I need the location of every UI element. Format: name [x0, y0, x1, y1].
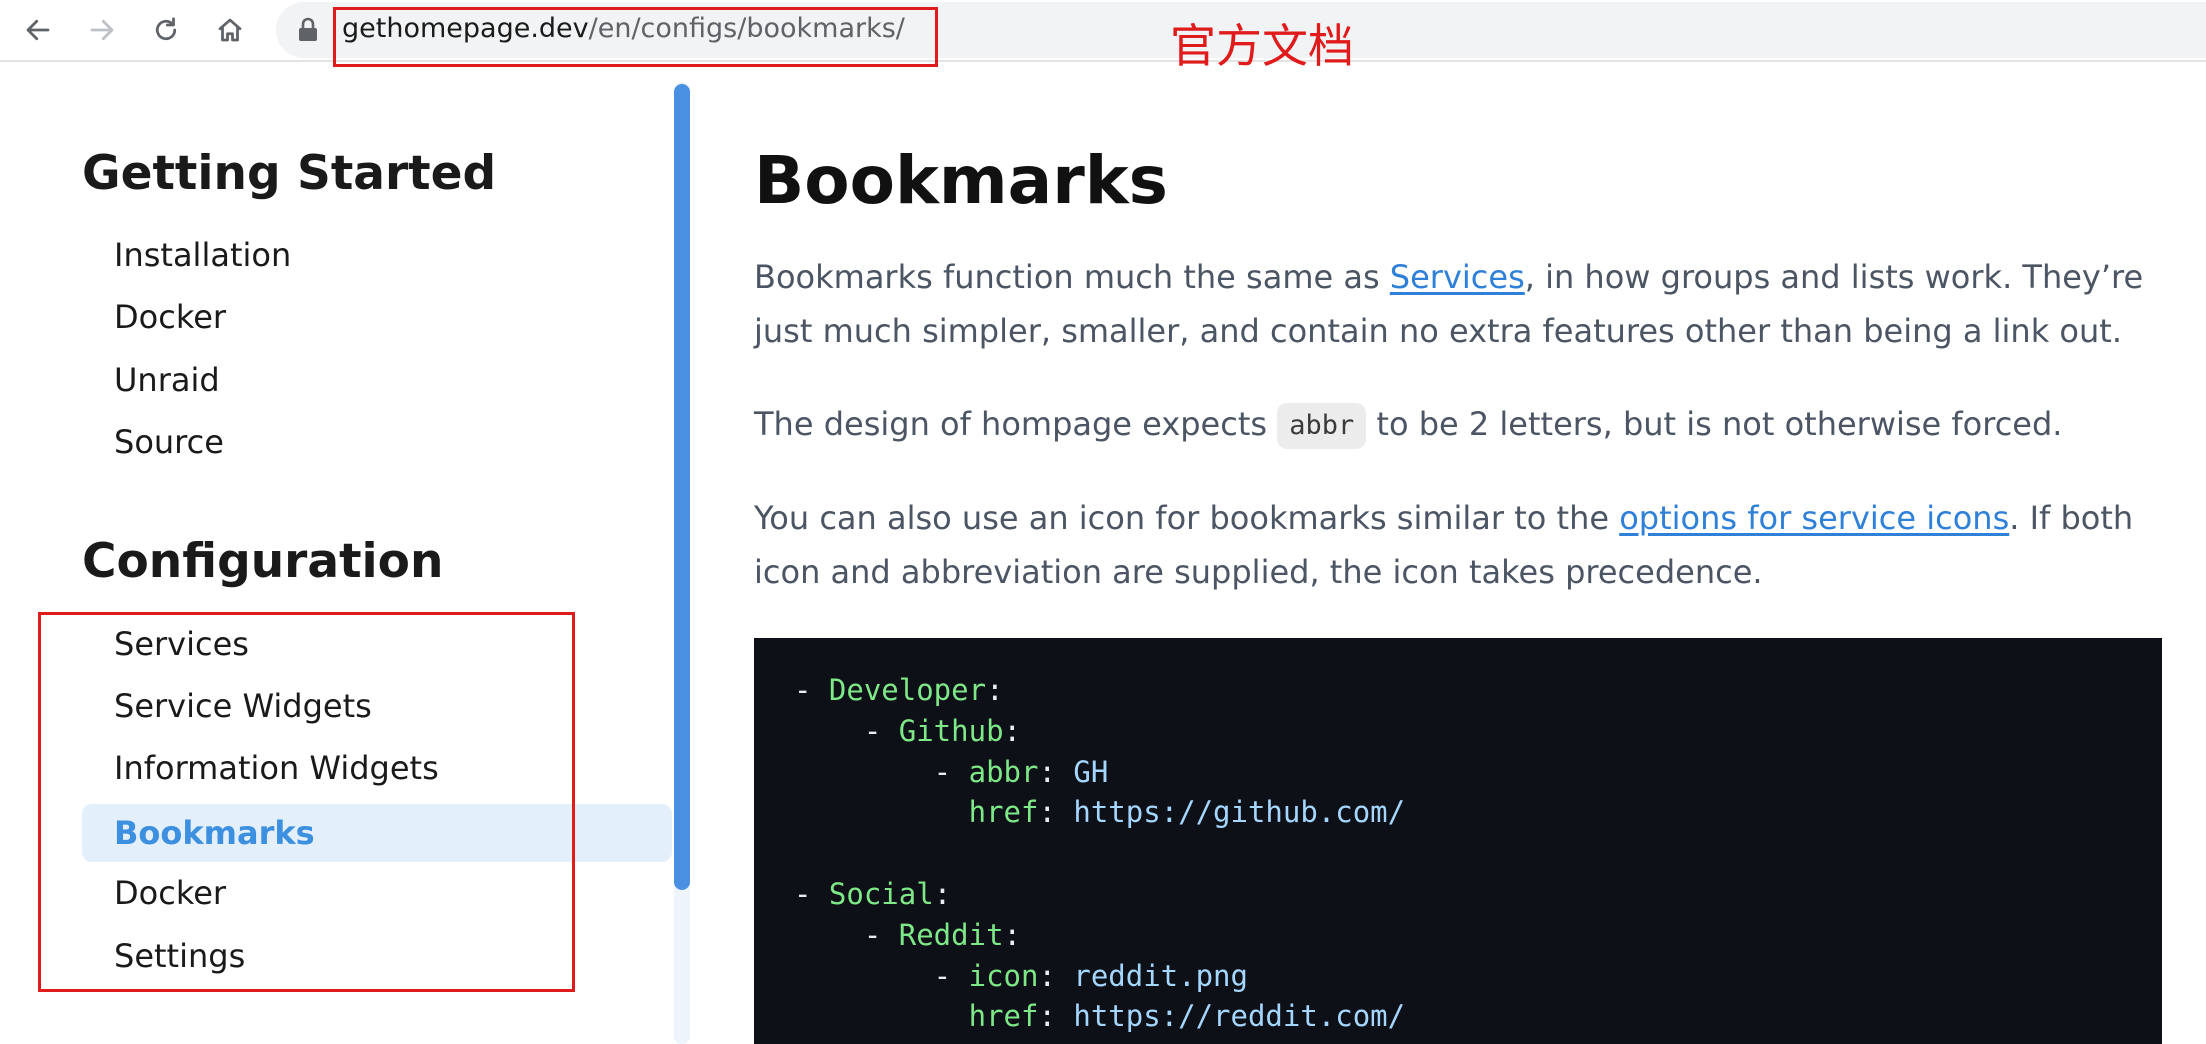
code-punct: - — [794, 959, 969, 993]
sidebar-item-label: Unraid — [114, 361, 220, 399]
code-key: Social — [828, 877, 934, 911]
sidebar-item-source[interactable]: Source — [82, 413, 672, 471]
sidebar-item-label: Source — [114, 423, 224, 461]
code-key: href — [968, 795, 1039, 829]
code-punct: : — [1038, 755, 1074, 789]
code-line: - Github: — [794, 711, 1021, 751]
sidebar-item-docker[interactable]: Docker — [82, 288, 672, 346]
code-key: Reddit — [898, 918, 1004, 952]
arrow-left-icon — [26, 19, 50, 41]
url-highlight-box — [333, 7, 938, 67]
yaml-code-block: - Developer: - Github: - abbr: GH href: … — [754, 638, 2162, 1044]
abbr-paragraph: The design of hompage expects abbr to be… — [754, 397, 2174, 451]
reload-button[interactable] — [144, 8, 188, 52]
text: You can also use an icon for bookmarks s… — [754, 499, 1620, 537]
code-punct — [794, 999, 969, 1033]
code-punct: : — [1038, 999, 1074, 1033]
sidebar-highlight-box — [38, 612, 575, 992]
code-value: reddit.png — [1073, 959, 1248, 993]
code-punct: : — [1003, 918, 1021, 952]
service-icons-link[interactable]: options for service icons — [1619, 499, 2009, 537]
code-value: https://github.com/ — [1073, 795, 1406, 829]
code-punct: : — [933, 877, 952, 911]
section-title-configuration: Configuration — [82, 534, 444, 589]
code-key: Developer — [828, 673, 987, 707]
text: to be 2 letters, but is not otherwise fo… — [1366, 405, 2063, 443]
code-punct: : — [1038, 795, 1074, 829]
code-key: Github — [898, 714, 1004, 748]
annotation-label: 官方文档 — [1170, 19, 1354, 73]
code-line: - icon: reddit.png — [794, 956, 1248, 996]
forward-button[interactable] — [80, 8, 124, 52]
text: The design of hompage expects — [754, 405, 1278, 443]
code-value: GH — [1073, 755, 1109, 789]
sidebar-item-installation[interactable]: Installation — [82, 226, 672, 284]
code-punct: - — [794, 755, 969, 789]
code-punct: - — [794, 673, 829, 707]
home-icon — [218, 18, 242, 42]
inline-code-abbr: abbr — [1277, 403, 1367, 449]
code-punct — [794, 795, 969, 829]
back-button[interactable] — [16, 8, 60, 52]
code-key: abbr — [968, 755, 1039, 789]
text: Bookmarks function much the same as — [754, 258, 1390, 296]
code-value: https://reddit.com/ — [1073, 999, 1406, 1033]
code-line: - Developer: — [794, 670, 1004, 710]
icon-paragraph: You can also use an icon for bookmarks s… — [754, 491, 2174, 599]
code-line: - abbr: GH — [794, 752, 1109, 792]
code-punct: : — [1003, 714, 1021, 748]
browser-toolbar: gethomepage.dev/en/configs/bookmarks/ — [0, 0, 2206, 62]
code-punct: - — [794, 918, 899, 952]
code-punct: : — [986, 673, 1004, 707]
code-punct: : — [1038, 959, 1074, 993]
code-punct: - — [794, 714, 899, 748]
code-line: - Social: — [794, 874, 951, 914]
home-button[interactable] — [208, 8, 252, 52]
sidebar-item-label: Installation — [114, 236, 292, 274]
services-link[interactable]: Services — [1390, 258, 1525, 296]
lock-icon — [299, 17, 317, 41]
intro-paragraph: Bookmarks function much the same as Serv… — [754, 250, 2174, 358]
page-title: Bookmarks — [754, 142, 1168, 219]
code-punct: - — [794, 877, 829, 911]
sidebar-item-label: Docker — [114, 298, 227, 336]
code-line: - Reddit: — [794, 915, 1021, 955]
arrow-right-icon — [90, 19, 114, 41]
code-line: href: https://github.com/ — [794, 792, 1406, 832]
sidebar-scrollbar-thumb[interactable] — [674, 84, 690, 890]
code-key: href — [968, 999, 1039, 1033]
code-key: icon — [968, 959, 1039, 993]
code-line: href: https://reddit.com/ — [794, 996, 1406, 1036]
section-title-getting-started: Getting Started — [82, 146, 497, 201]
sidebar-item-unraid[interactable]: Unraid — [82, 351, 672, 409]
reload-icon — [155, 17, 177, 41]
